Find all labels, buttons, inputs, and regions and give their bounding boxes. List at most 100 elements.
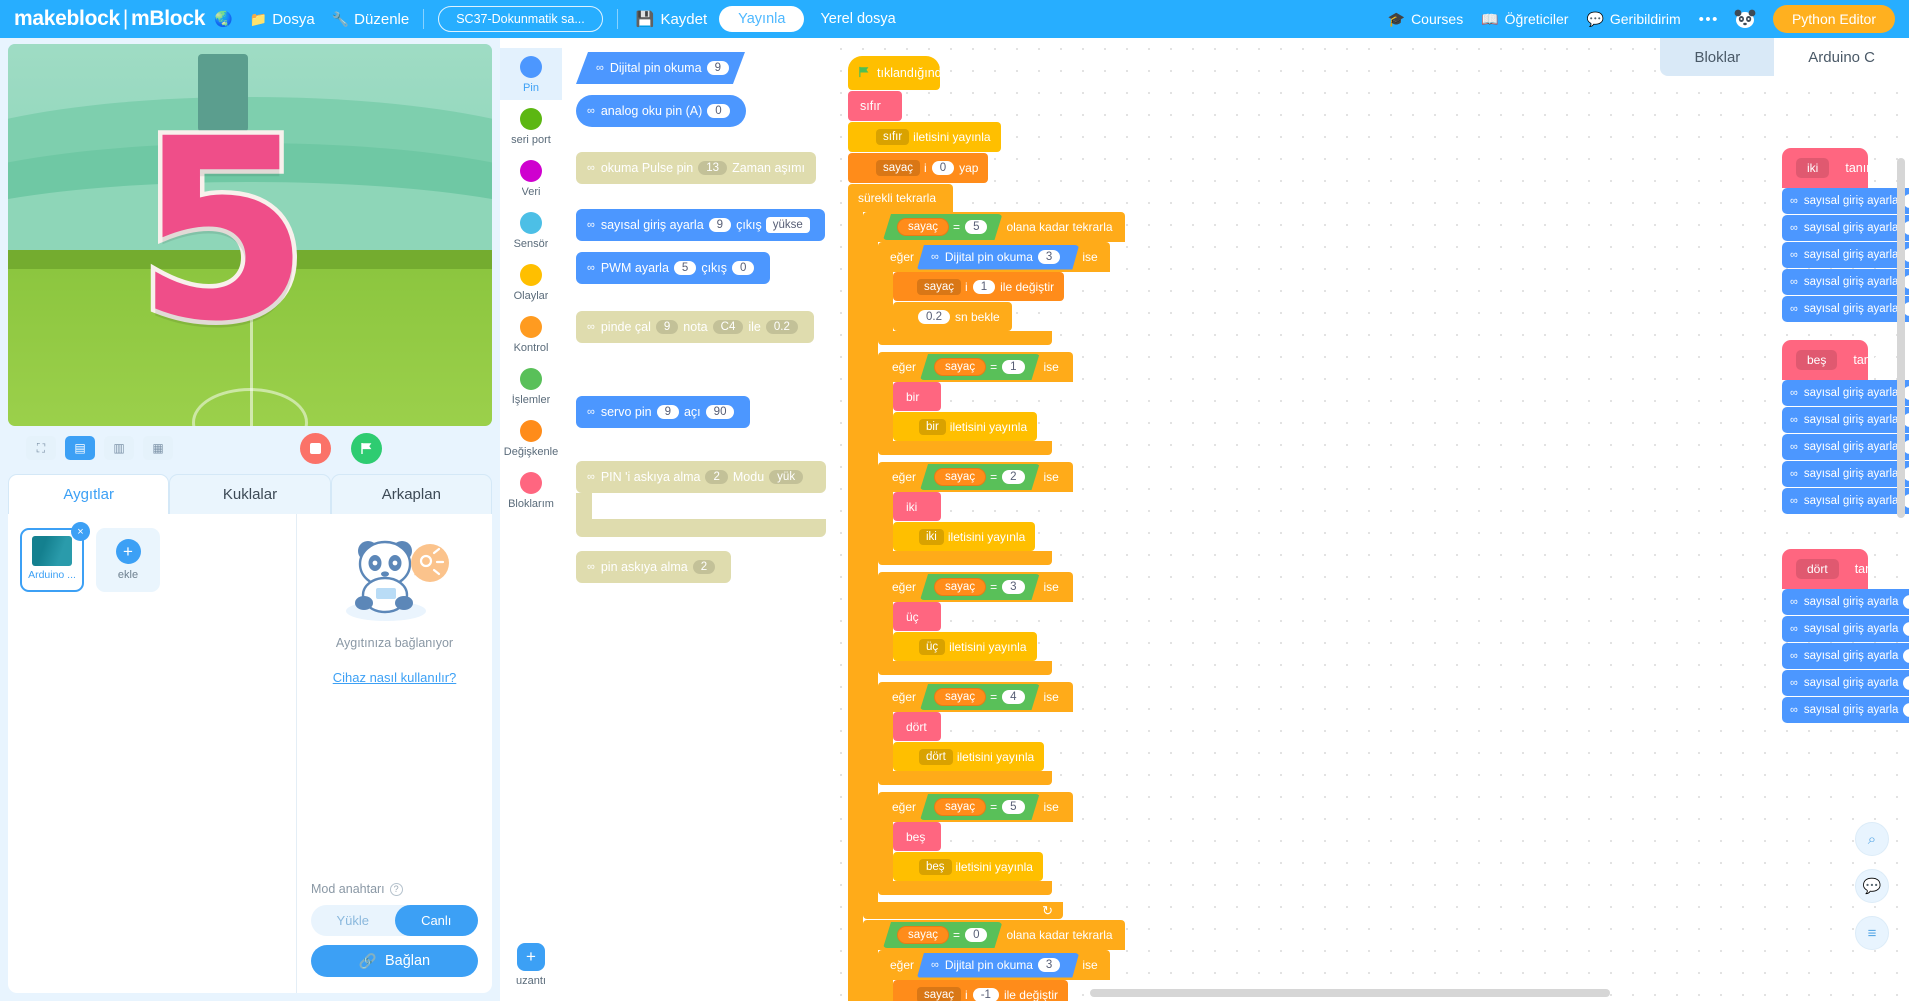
- tab-arduino-c[interactable]: Arduino C: [1774, 38, 1909, 76]
- palette-block-analog-read[interactable]: ∞ analog oku pin (A) 0: [576, 95, 746, 127]
- palette-tone-pin[interactable]: 9: [655, 320, 679, 334]
- device-card-arduino[interactable]: × Arduino ...: [20, 522, 90, 592]
- block-if-branch[interactable]: eğer sayaç = 1 ise: [878, 352, 1073, 382]
- chat-icon[interactable]: 💬: [1855, 869, 1889, 903]
- block-if-digital-dn[interactable]: eğer ∞ Dijital pin okuma 3 ise: [878, 950, 1110, 980]
- change-var-name-up[interactable]: sayaç: [917, 278, 962, 295]
- block-palette[interactable]: ∞ Dijital pin okuma 9 ∞ analog oku pin (…: [562, 38, 830, 1001]
- block-digital-write[interactable]: ∞sayısal giriş ayarla10çıkışyüksek ▾: [1782, 670, 1909, 696]
- add-device-button[interactable]: + ekle: [96, 528, 160, 592]
- digital-read-pin-up[interactable]: 3: [1038, 250, 1060, 264]
- palette-servo-angle[interactable]: 90: [705, 405, 735, 419]
- connect-button[interactable]: 🔗 Bağlan: [311, 945, 478, 977]
- block-repeat-until-dn[interactable]: sayaç = 0 olana kadar tekrarla: [863, 920, 1125, 950]
- category-pin[interactable]: Pin: [500, 48, 562, 100]
- block-digital-write[interactable]: ∞sayısal giriş ayarla12çıkışdüşük ▾: [1782, 215, 1909, 241]
- block-digital-write[interactable]: ∞sayısal giriş ayarla9çıkışyüksek ▾: [1782, 296, 1909, 322]
- branch-operator[interactable]: sayaç = 3: [920, 574, 1039, 600]
- block-call-custom[interactable]: dört: [893, 712, 941, 741]
- branch-value[interactable]: 4: [1002, 690, 1024, 704]
- large-stage-icon[interactable]: ▥: [104, 436, 134, 460]
- define-hat[interactable]: beş tanımla: [1782, 340, 1894, 380]
- wait-value-up[interactable]: 0.2: [918, 309, 950, 324]
- broadcast-name[interactable]: iki: [919, 528, 944, 545]
- globe-icon[interactable]: 🌏: [214, 10, 233, 28]
- block-change-variable-up[interactable]: sayaç i 1 ile değiştir: [893, 272, 1065, 301]
- category-seri-port[interactable]: seri port: [500, 100, 562, 152]
- block-digital-write[interactable]: ∞sayısal giriş ayarla11çıkışyüksek ▾: [1782, 434, 1909, 460]
- vertical-scrollbar[interactable]: [1897, 158, 1905, 518]
- more-menu-button[interactable]: •••: [1699, 11, 1719, 28]
- palette-block-read-pulse[interactable]: ∞ okuma Pulse pin 13 Zaman aşımı: [576, 152, 816, 184]
- palette-block-pwm-write[interactable]: ∞ PWM ayarla 5 çıkış 0: [576, 252, 771, 284]
- project-name-field[interactable]: SC37-Dokunmatik sa...: [438, 6, 603, 32]
- reporter-digital-read-up[interactable]: ∞ Dijital pin okuma 3: [917, 245, 1079, 270]
- block-digital-write[interactable]: ∞sayısal giriş ayarla13çıkışyüksek ▾: [1782, 380, 1909, 406]
- define-hat[interactable]: dört tanımla: [1782, 549, 1896, 589]
- mode-live-option[interactable]: Canlı: [394, 905, 478, 936]
- block-digital-write[interactable]: ∞sayısal giriş ayarla11çıkışyüksek ▾: [1782, 643, 1909, 669]
- operator-equals-dn[interactable]: sayaç = 0: [883, 922, 1002, 948]
- block-digital-write[interactable]: ∞sayısal giriş ayarla13çıkışdüşük ▾: [1782, 589, 1909, 615]
- palette-digital-write-pin[interactable]: 9: [708, 218, 732, 232]
- branch-value[interactable]: 2: [1002, 470, 1024, 484]
- change-var-name-dn[interactable]: sayaç: [917, 986, 962, 1001]
- small-stage-icon[interactable]: ▤: [65, 436, 95, 460]
- category-bloklarim[interactable]: Bloklarım: [500, 464, 562, 516]
- question-mark-icon[interactable]: ?: [389, 882, 403, 896]
- green-flag-icon[interactable]: [351, 432, 382, 464]
- block-if-branch[interactable]: eğer sayaç = 2 ise: [878, 462, 1073, 492]
- block-if-branch[interactable]: eğer sayaç = 3 ise: [878, 572, 1073, 602]
- palette-digital-read-value[interactable]: 9: [707, 61, 729, 75]
- block-digital-write[interactable]: ∞sayısal giriş ayarla12çıkışyüksek ▾: [1782, 616, 1909, 642]
- branch-variable[interactable]: sayaç: [934, 468, 986, 486]
- digital-write-pin[interactable]: 10: [1903, 676, 1909, 690]
- main-script-stack[interactable]: tıklandığında sıfır sıfır iletisini yayı…: [848, 56, 1125, 1001]
- block-digital-write[interactable]: ∞sayısal giriş ayarla11çıkışdüşük ▾: [1782, 242, 1909, 268]
- block-set-variable[interactable]: sayaç i 0 yap: [848, 153, 989, 183]
- list-icon[interactable]: ≡: [1855, 916, 1889, 950]
- broadcast-name[interactable]: bir: [919, 418, 946, 435]
- tab-arkaplan[interactable]: Arkaplan: [330, 474, 492, 514]
- var-sayac-dn[interactable]: sayaç: [897, 926, 949, 944]
- category-kontrol[interactable]: Kontrol: [500, 308, 562, 360]
- block-digital-write[interactable]: ∞sayısal giriş ayarla10çıkışyüksek ▾: [1782, 461, 1909, 487]
- local-file-button[interactable]: Yerel dosya: [820, 11, 895, 27]
- tab-kuklalar[interactable]: Kuklalar: [169, 474, 331, 514]
- palette-read-pulse-pin[interactable]: 13: [698, 161, 728, 175]
- digital-write-pin[interactable]: 13: [1903, 595, 1909, 609]
- category-islemler[interactable]: İşlemler: [500, 360, 562, 412]
- block-if-branch[interactable]: eğer sayaç = 5 ise: [878, 792, 1073, 822]
- block-digital-write[interactable]: ∞sayısal giriş ayarla13çıkışdüşük ▾: [1782, 188, 1909, 214]
- block-digital-write[interactable]: ∞sayısal giriş ayarla9çıkışyüksek ▾: [1782, 488, 1909, 514]
- courses-link[interactable]: 🎓 Courses: [1388, 11, 1464, 28]
- menu-edit[interactable]: 🔧 Düzenle: [332, 11, 409, 28]
- palette-block-digital-write[interactable]: ∞ sayısal giriş ayarla 9 çıkış yükse: [576, 209, 825, 241]
- palette-block-pin-interrupt[interactable]: ∞ PIN 'i askıya alma 2 Modu yük: [576, 461, 826, 537]
- palette-analog-read-value[interactable]: 0: [707, 104, 730, 118]
- block-digital-write[interactable]: ∞sayısal giriş ayarla9çıkışyüksek ▾: [1782, 697, 1909, 723]
- operator-value-up[interactable]: 5: [965, 220, 987, 234]
- palette-block-play-tone[interactable]: ∞ pinde çal 9 nota C4 ile 0.2: [576, 311, 814, 343]
- digital-read-pin-dn[interactable]: 3: [1038, 958, 1060, 972]
- block-wait-up[interactable]: 0.2 sn bekle: [893, 302, 1012, 331]
- block-digital-write[interactable]: ∞sayısal giriş ayarla10çıkışyüksek ▾: [1782, 269, 1909, 295]
- block-call-custom[interactable]: beş: [893, 822, 941, 851]
- set-variable-value[interactable]: 0: [931, 161, 955, 175]
- branch-operator[interactable]: sayaç = 5: [920, 794, 1039, 820]
- block-call-sifir[interactable]: sıfır: [848, 91, 902, 121]
- palette-digital-write-state[interactable]: yükse: [765, 217, 810, 233]
- definition-stack[interactable]: ikitanımla∞sayısal giriş ayarla13çıkışdü…: [1782, 148, 1909, 323]
- branch-value[interactable]: 3: [1002, 580, 1024, 594]
- stage-number-sprite[interactable]: 5: [132, 101, 315, 360]
- category-olaylar[interactable]: Olaylar: [500, 256, 562, 308]
- block-call-custom[interactable]: iki: [893, 492, 941, 521]
- branch-variable[interactable]: sayaç: [934, 688, 986, 706]
- block-broadcast[interactable]: beş iletisini yayınla: [893, 852, 1043, 881]
- stage-preview[interactable]: 5: [8, 44, 492, 426]
- close-icon[interactable]: ×: [71, 522, 90, 541]
- definition-stack[interactable]: dörttanımla∞sayısal giriş ayarla13çıkışd…: [1782, 549, 1909, 724]
- digital-write-pin[interactable]: 9: [1903, 703, 1909, 717]
- palette-tone-note[interactable]: C4: [712, 320, 744, 334]
- block-repeat-until-up[interactable]: sayaç = 5 olana kadar tekrarla: [863, 212, 1125, 242]
